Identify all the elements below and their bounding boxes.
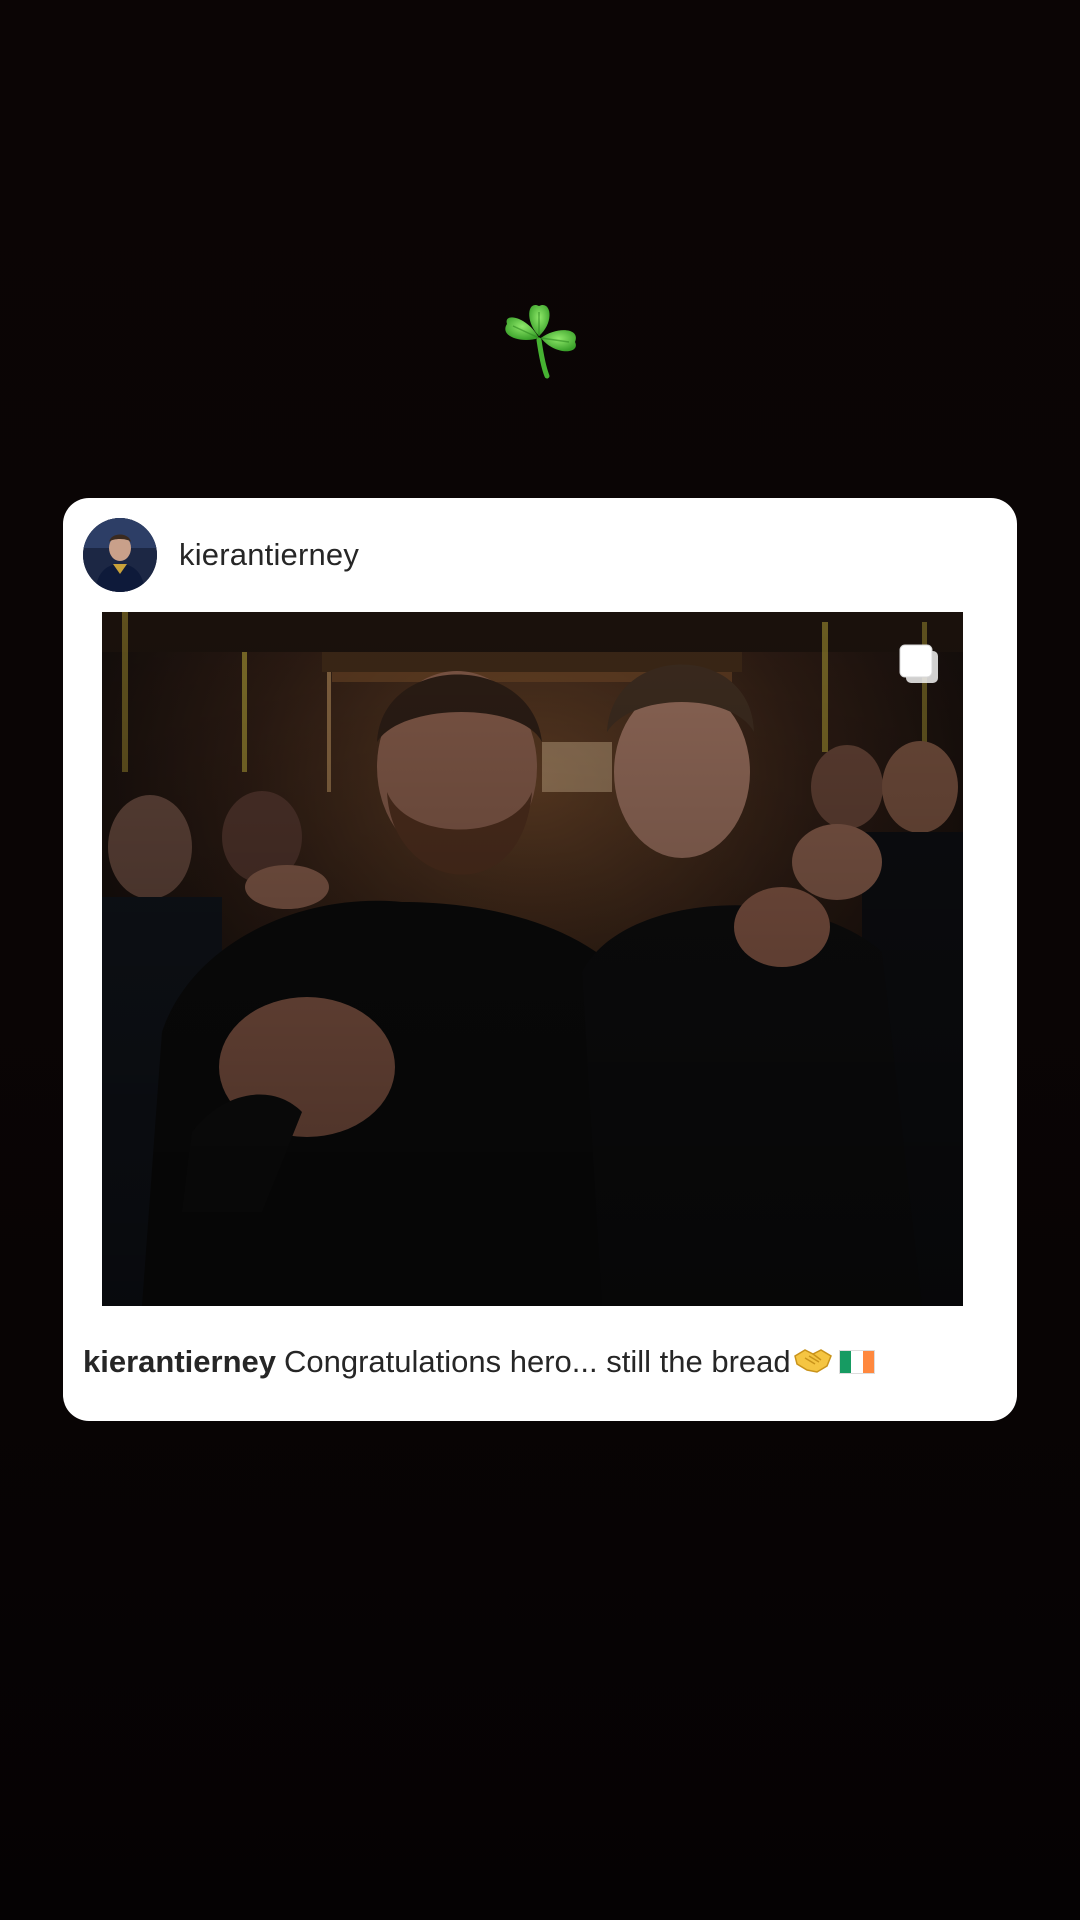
handshake-icon — [793, 1344, 833, 1376]
story-view: kierantierney kierantierney Congratulati… — [0, 0, 1080, 1920]
post-caption: kierantierney Congratulations hero... sti… — [83, 1344, 1003, 1380]
shared-post-card[interactable]: kierantierney kierantierney Congratulati… — [63, 498, 1017, 1421]
caption-username[interactable]: kierantierney — [83, 1344, 276, 1379]
ireland-flag-icon — [838, 1346, 875, 1374]
shamrock-icon — [495, 292, 585, 382]
post-photo[interactable] — [102, 612, 963, 1306]
post-username[interactable]: kierantierney — [179, 537, 359, 573]
post-header: kierantierney — [83, 518, 359, 592]
profile-avatar[interactable] — [83, 518, 157, 592]
caption-text: Congratulations hero... still the bread — [284, 1344, 791, 1379]
carousel-icon — [897, 642, 941, 686]
